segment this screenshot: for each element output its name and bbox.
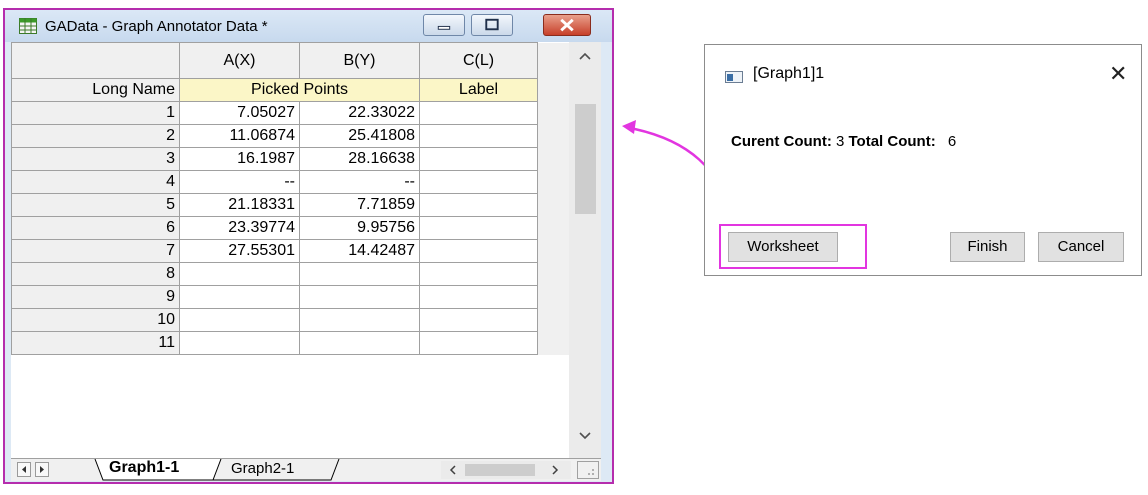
current-count-value: 3 — [835, 133, 845, 150]
finish-button[interactable]: Finish — [950, 232, 1025, 262]
count-line: Curent Count: 3 Total Count: 6 — [731, 133, 956, 150]
dialog-graph-icon — [725, 71, 743, 83]
total-count-label: Total Count: — [848, 133, 936, 150]
dialog-close-icon[interactable]: ✕ — [1109, 63, 1127, 85]
cancel-button[interactable]: Cancel — [1038, 232, 1124, 262]
worksheet-button[interactable]: Worksheet — [728, 232, 838, 262]
current-count-label: Curent Count: — [731, 133, 832, 150]
dialog-title: [Graph1]1 — [753, 65, 825, 82]
graph-annotator-dialog: [Graph1]1 ✕ Curent Count: 3 Total Count:… — [704, 44, 1142, 276]
total-count-value: 6 — [947, 133, 957, 150]
